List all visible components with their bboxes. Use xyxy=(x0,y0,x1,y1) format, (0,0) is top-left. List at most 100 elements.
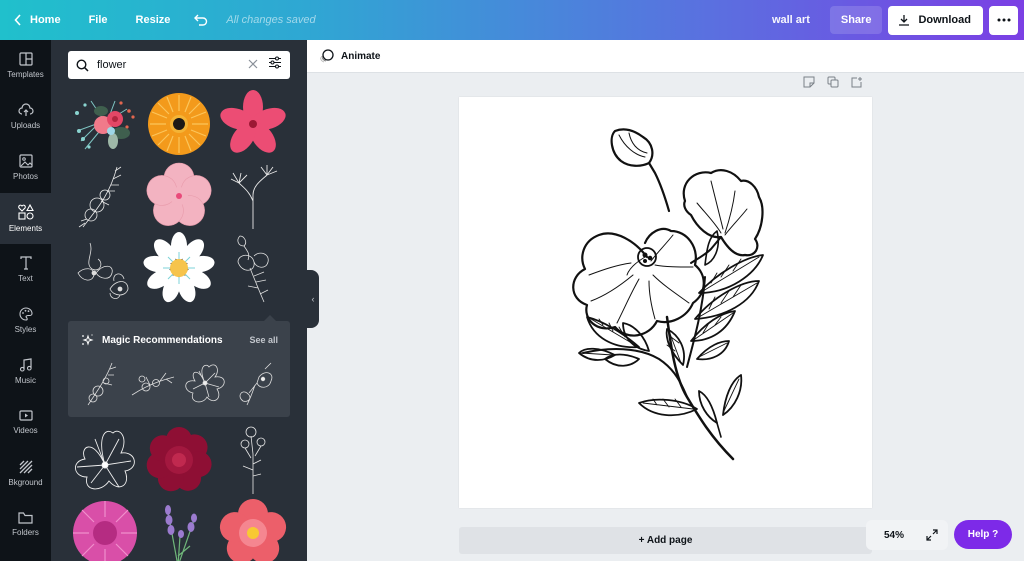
recommendation-line-art-stem[interactable] xyxy=(232,359,280,409)
element-pink-flower[interactable] xyxy=(142,160,216,232)
nav-photos[interactable]: Photos xyxy=(0,142,51,193)
more-dots-icon xyxy=(997,18,1010,22)
nav-label: Music xyxy=(15,376,36,385)
top-bar: Home File Resize All changes saved wall … xyxy=(0,0,1024,40)
element-line-art-blossoms[interactable] xyxy=(68,232,142,304)
upload-cloud-icon xyxy=(17,103,34,116)
results-grid-top xyxy=(68,88,290,304)
close-icon xyxy=(248,59,258,69)
search-box xyxy=(68,51,290,79)
nav-templates[interactable]: Templates xyxy=(0,40,51,91)
add-page-icon-button[interactable] xyxy=(851,76,863,88)
shapes-icon xyxy=(17,204,34,220)
download-button[interactable]: Download xyxy=(888,5,983,35)
nav-text[interactable]: Text xyxy=(0,244,51,295)
element-white-daisy[interactable] xyxy=(142,232,216,304)
element-line-art-dandelion[interactable] xyxy=(216,160,290,232)
see-all-link[interactable]: See all xyxy=(249,335,278,345)
nav-styles[interactable]: Styles xyxy=(0,295,51,346)
filter-sliders-icon xyxy=(269,56,281,69)
search-icon xyxy=(76,58,89,72)
design-title[interactable]: wall art xyxy=(772,14,810,26)
recommendation-line-art-twig[interactable] xyxy=(129,359,177,409)
more-options-button[interactable] xyxy=(989,5,1018,35)
undo-button[interactable] xyxy=(194,0,208,40)
resize-button[interactable]: Resize xyxy=(136,0,171,40)
nav-uploads[interactable]: Uploads xyxy=(0,91,51,142)
nav-label: Text xyxy=(18,274,33,283)
download-icon xyxy=(899,15,910,26)
video-icon xyxy=(18,410,33,421)
zoom-control: 54% xyxy=(866,520,948,550)
element-red-five-petal[interactable] xyxy=(216,496,290,561)
nav-music[interactable]: Music xyxy=(0,346,51,397)
add-note-button[interactable] xyxy=(803,76,815,88)
nav-label: Uploads xyxy=(10,121,41,130)
flower-line-art-illustration[interactable] xyxy=(459,97,872,508)
element-pink-hibiscus[interactable] xyxy=(216,88,290,160)
element-colorful-bouquet[interactable] xyxy=(68,88,142,160)
collapse-panel-button[interactable]: ‹ xyxy=(307,270,319,328)
nav-label: Elements xyxy=(8,224,43,233)
elements-panel: Magic Recommendations See all xyxy=(51,40,307,561)
nav-label: Bkground xyxy=(8,478,43,487)
zoom-level[interactable]: 54% xyxy=(884,530,904,541)
animate-button[interactable]: Animate xyxy=(319,49,380,63)
file-menu-button[interactable]: File xyxy=(89,0,108,40)
element-line-art-wildflower[interactable] xyxy=(216,424,290,496)
save-status: All changes saved xyxy=(226,14,316,26)
element-line-art-bouquet[interactable] xyxy=(216,232,290,304)
duplicate-page-button[interactable] xyxy=(827,76,839,88)
element-orange-gerbera[interactable] xyxy=(142,88,216,160)
folder-icon xyxy=(18,512,33,524)
nav-elements[interactable]: Elements xyxy=(0,193,51,244)
recommendation-line-art-sprig[interactable] xyxy=(78,359,126,409)
chevron-left-icon xyxy=(14,14,21,26)
note-icon xyxy=(803,76,815,88)
home-button[interactable]: Home xyxy=(14,0,61,40)
filter-button[interactable] xyxy=(268,56,282,74)
nav-label: Folders xyxy=(12,528,39,537)
side-nav: Templates Uploads Photos Elements Text S… xyxy=(0,40,51,561)
background-pattern-icon xyxy=(19,460,32,474)
palette-icon xyxy=(18,307,33,321)
animate-label: Animate xyxy=(341,50,381,62)
clear-search-button[interactable] xyxy=(248,56,258,74)
text-icon xyxy=(19,256,32,270)
chevron-left-icon: ‹ xyxy=(311,294,315,304)
page-tools xyxy=(803,76,863,88)
element-lavender-sprigs[interactable] xyxy=(142,496,216,561)
add-page-button[interactable]: + Add page xyxy=(459,527,872,554)
expand-arrows-icon xyxy=(926,529,938,541)
design-canvas[interactable] xyxy=(459,97,872,508)
home-label: Home xyxy=(30,14,61,26)
element-line-art-large-flower[interactable] xyxy=(68,424,142,496)
fullscreen-button[interactable] xyxy=(926,529,938,541)
nav-label: Styles xyxy=(14,325,37,334)
element-line-art-branch[interactable] xyxy=(68,160,142,232)
recommendation-line-art-bloom[interactable] xyxy=(181,359,229,409)
add-page-icon xyxy=(851,77,862,88)
nav-label: Templates xyxy=(7,70,44,79)
help-button[interactable]: Help ? xyxy=(954,520,1012,549)
animate-icon xyxy=(320,49,334,63)
magic-title: Magic Recommendations xyxy=(102,334,223,346)
music-note-icon xyxy=(19,358,32,372)
download-label: Download xyxy=(918,14,971,26)
undo-icon xyxy=(194,14,208,26)
nav-folders[interactable]: Folders xyxy=(0,499,51,550)
nav-label: Videos xyxy=(13,426,38,435)
nav-background[interactable]: Bkground xyxy=(0,448,51,499)
share-button[interactable]: Share xyxy=(829,6,883,34)
sparkles-icon xyxy=(82,334,94,346)
search-input[interactable] xyxy=(97,59,248,71)
editor-toolbar: Animate xyxy=(307,40,1024,73)
photo-icon xyxy=(18,154,33,168)
duplicate-icon xyxy=(827,76,839,88)
nav-videos[interactable]: Videos xyxy=(0,397,51,448)
results-grid-bottom xyxy=(68,424,290,561)
nav-label: Photos xyxy=(13,172,38,181)
element-crimson-dahlia[interactable] xyxy=(142,424,216,496)
element-magenta-chrysanthemum[interactable] xyxy=(68,496,142,561)
magic-recommendations: Magic Recommendations See all xyxy=(68,315,290,417)
